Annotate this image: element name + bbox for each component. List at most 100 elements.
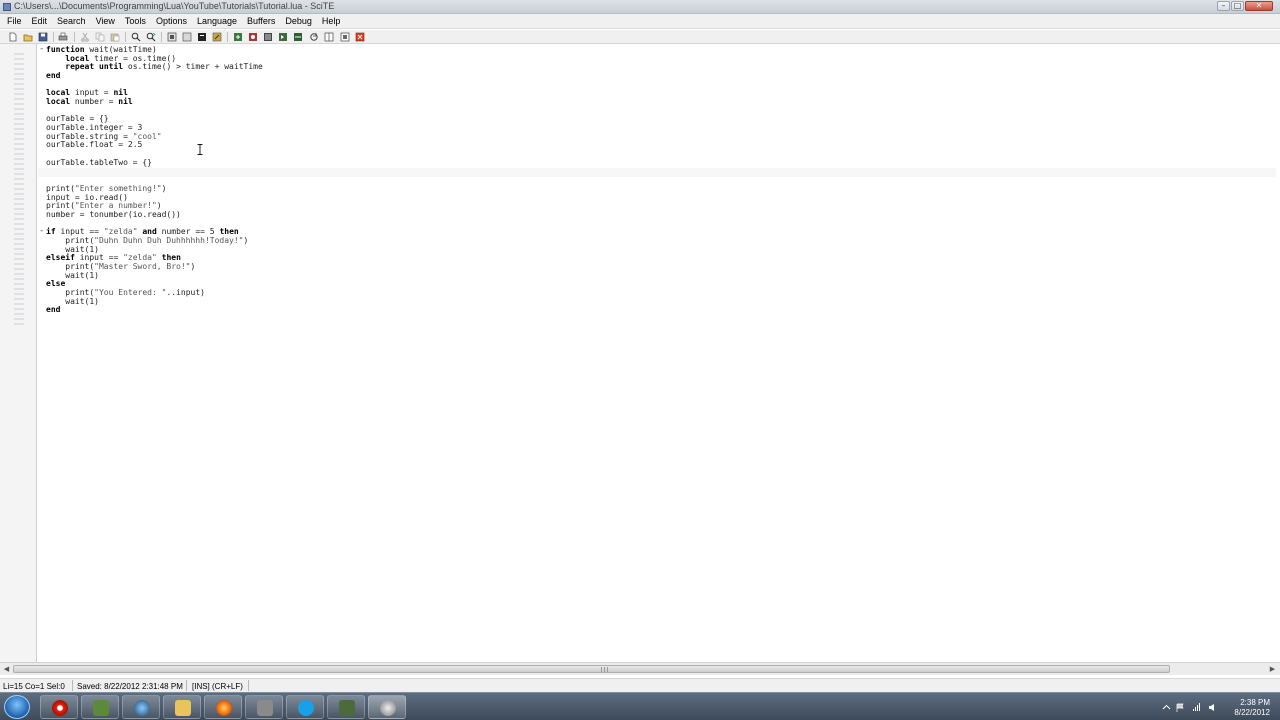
scrollbar-grip: [601, 667, 609, 672]
scroll-right-icon[interactable]: ▶: [1268, 665, 1277, 674]
scite-icon[interactable]: [368, 695, 406, 719]
close-button[interactable]: ✕: [1245, 1, 1273, 11]
skype-icon[interactable]: [286, 695, 324, 719]
tool-icon[interactable]: [293, 32, 303, 42]
firefox-icon[interactable]: [204, 695, 242, 719]
copy-icon[interactable]: [95, 32, 105, 42]
window-title: C:\Users\...\Documents\Programming\Lua\Y…: [14, 1, 335, 11]
tray-flag-icon[interactable]: [1176, 703, 1185, 712]
title-bar: C:\Users\...\Documents\Programming\Lua\Y…: [0, 0, 1280, 14]
replace-icon[interactable]: [146, 32, 156, 42]
cut-icon[interactable]: [80, 32, 90, 42]
scroll-left-icon[interactable]: ◀: [2, 665, 11, 674]
code-line[interactable]: end: [46, 305, 60, 314]
app-icon: [3, 3, 11, 11]
toolbar: [0, 30, 1280, 44]
opera-icon[interactable]: [40, 695, 78, 719]
code-line[interactable]: elseif input == "zelda" then: [46, 253, 181, 262]
stop-execution-icon[interactable]: [355, 32, 365, 42]
print-icon[interactable]: [58, 32, 68, 42]
fold-toggle-icon[interactable]: -: [39, 227, 45, 236]
horizontal-scrollbar[interactable]: ◀ ▶: [0, 662, 1280, 675]
code-line[interactable]: print("Enter something!"): [46, 184, 166, 193]
menu-file[interactable]: File: [3, 16, 26, 26]
go-icon[interactable]: [197, 32, 207, 42]
taskbar: 2:38 PM 8/22/2012: [0, 692, 1280, 720]
clock-date: 8/22/2012: [1234, 708, 1270, 717]
code-editor[interactable]: function wait(waitTime) local timer = os…: [0, 44, 1280, 662]
menu-options[interactable]: Options: [152, 16, 191, 26]
code-line[interactable]: repeat until os.time() > timer + waitTim…: [46, 62, 263, 71]
maximize-button[interactable]: □: [1231, 1, 1244, 11]
code-line[interactable]: wait(1): [46, 271, 99, 280]
system-tray: 2:38 PM 8/22/2012: [1160, 695, 1280, 719]
menu-search[interactable]: Search: [53, 16, 90, 26]
code-line[interactable]: print("Enter a number!"): [46, 201, 162, 210]
text-cursor-icon: [197, 144, 203, 155]
menu-language[interactable]: Language: [193, 16, 241, 26]
status-separator: [186, 680, 187, 691]
menu-buffers[interactable]: Buffers: [243, 16, 279, 26]
code-line[interactable]: ourTable.float = 2.5: [46, 140, 142, 149]
menu-help[interactable]: Help: [318, 16, 345, 26]
tool-icon[interactable]: [327, 695, 365, 719]
code-line[interactable]: number = tonumber(io.read()): [46, 210, 181, 219]
open-icon[interactable]: [23, 32, 33, 42]
fold-toggle-icon[interactable]: -: [39, 45, 45, 54]
code-line[interactable]: input = io.read(): [46, 193, 128, 202]
save-icon[interactable]: [38, 32, 48, 42]
code-line[interactable]: ourTable.tableTwo = {}: [46, 158, 152, 167]
code-line[interactable]: ourTable.integer = 3: [46, 123, 142, 132]
fold-markers: [14, 50, 24, 326]
find-icon[interactable]: [131, 32, 141, 42]
fullscreen-icon[interactable]: [340, 32, 350, 42]
status-separator: [72, 680, 73, 691]
code-line[interactable]: else: [46, 279, 65, 288]
status-bar: Li=15 Co=1 Sel:0 Saved: 8/22/2012 2:31:4…: [0, 678, 1280, 692]
toolbar-separator: [125, 32, 126, 42]
status-mode: [INS] (CR+LF): [192, 682, 243, 691]
globe-icon[interactable]: [122, 695, 160, 719]
indent-icon[interactable]: [278, 32, 288, 42]
refresh-icon[interactable]: [309, 32, 319, 42]
code-line[interactable]: end: [46, 71, 60, 80]
paste-icon[interactable]: [110, 32, 120, 42]
network-icon[interactable]: [1192, 703, 1201, 712]
tray-arrow-icon[interactable]: [1162, 703, 1171, 712]
menu-tools[interactable]: Tools: [121, 16, 150, 26]
volume-icon[interactable]: [1208, 703, 1217, 712]
stop-icon[interactable]: [212, 32, 222, 42]
macro-icon[interactable]: [233, 32, 243, 42]
code-line[interactable]: print("Duhn Duhn Duh Duhhhhhh!Today!"): [46, 236, 248, 245]
code-line[interactable]: ourTable = {}: [46, 114, 109, 123]
line-margin: [0, 44, 37, 662]
toolbar-separator: [161, 32, 162, 42]
clock-time: 2:38 PM: [1240, 698, 1270, 707]
folder-icon[interactable]: [163, 695, 201, 719]
toolbar-separator: [227, 32, 228, 42]
compile-icon[interactable]: [167, 32, 177, 42]
list-icon[interactable]: [263, 32, 273, 42]
code-line[interactable]: wait(1): [46, 297, 99, 306]
split-icon[interactable]: [324, 32, 334, 42]
status-position: Li=15 Co=1 Sel:0: [3, 682, 65, 691]
record-icon[interactable]: [248, 32, 258, 42]
code-line[interactable]: local number = nil: [46, 97, 133, 106]
minecraft-icon[interactable]: [81, 695, 119, 719]
code-line[interactable]: function wait(waitTime): [46, 45, 157, 54]
code-line[interactable]: print("You Entered: "..input): [46, 288, 205, 297]
menu-debug[interactable]: Debug: [281, 16, 316, 26]
clock[interactable]: 2:38 PM 8/22/2012: [1234, 698, 1270, 718]
start-button[interactable]: [4, 695, 30, 719]
app-icon[interactable]: [245, 695, 283, 719]
build-icon[interactable]: [182, 32, 192, 42]
code-line[interactable]: if input == "zelda" and number == 5 then: [46, 227, 239, 236]
new-file-icon[interactable]: [8, 32, 18, 42]
menu-edit[interactable]: Edit: [28, 16, 52, 26]
minimize-button[interactable]: –: [1217, 1, 1230, 11]
toolbar-separator: [53, 32, 54, 42]
code-line[interactable]: ourTable.string = "cool": [46, 132, 162, 141]
scrollbar-thumb[interactable]: [13, 665, 1170, 673]
menu-view[interactable]: View: [92, 16, 119, 26]
code-line[interactable]: print("Master Sword, Bro!"): [46, 262, 195, 271]
